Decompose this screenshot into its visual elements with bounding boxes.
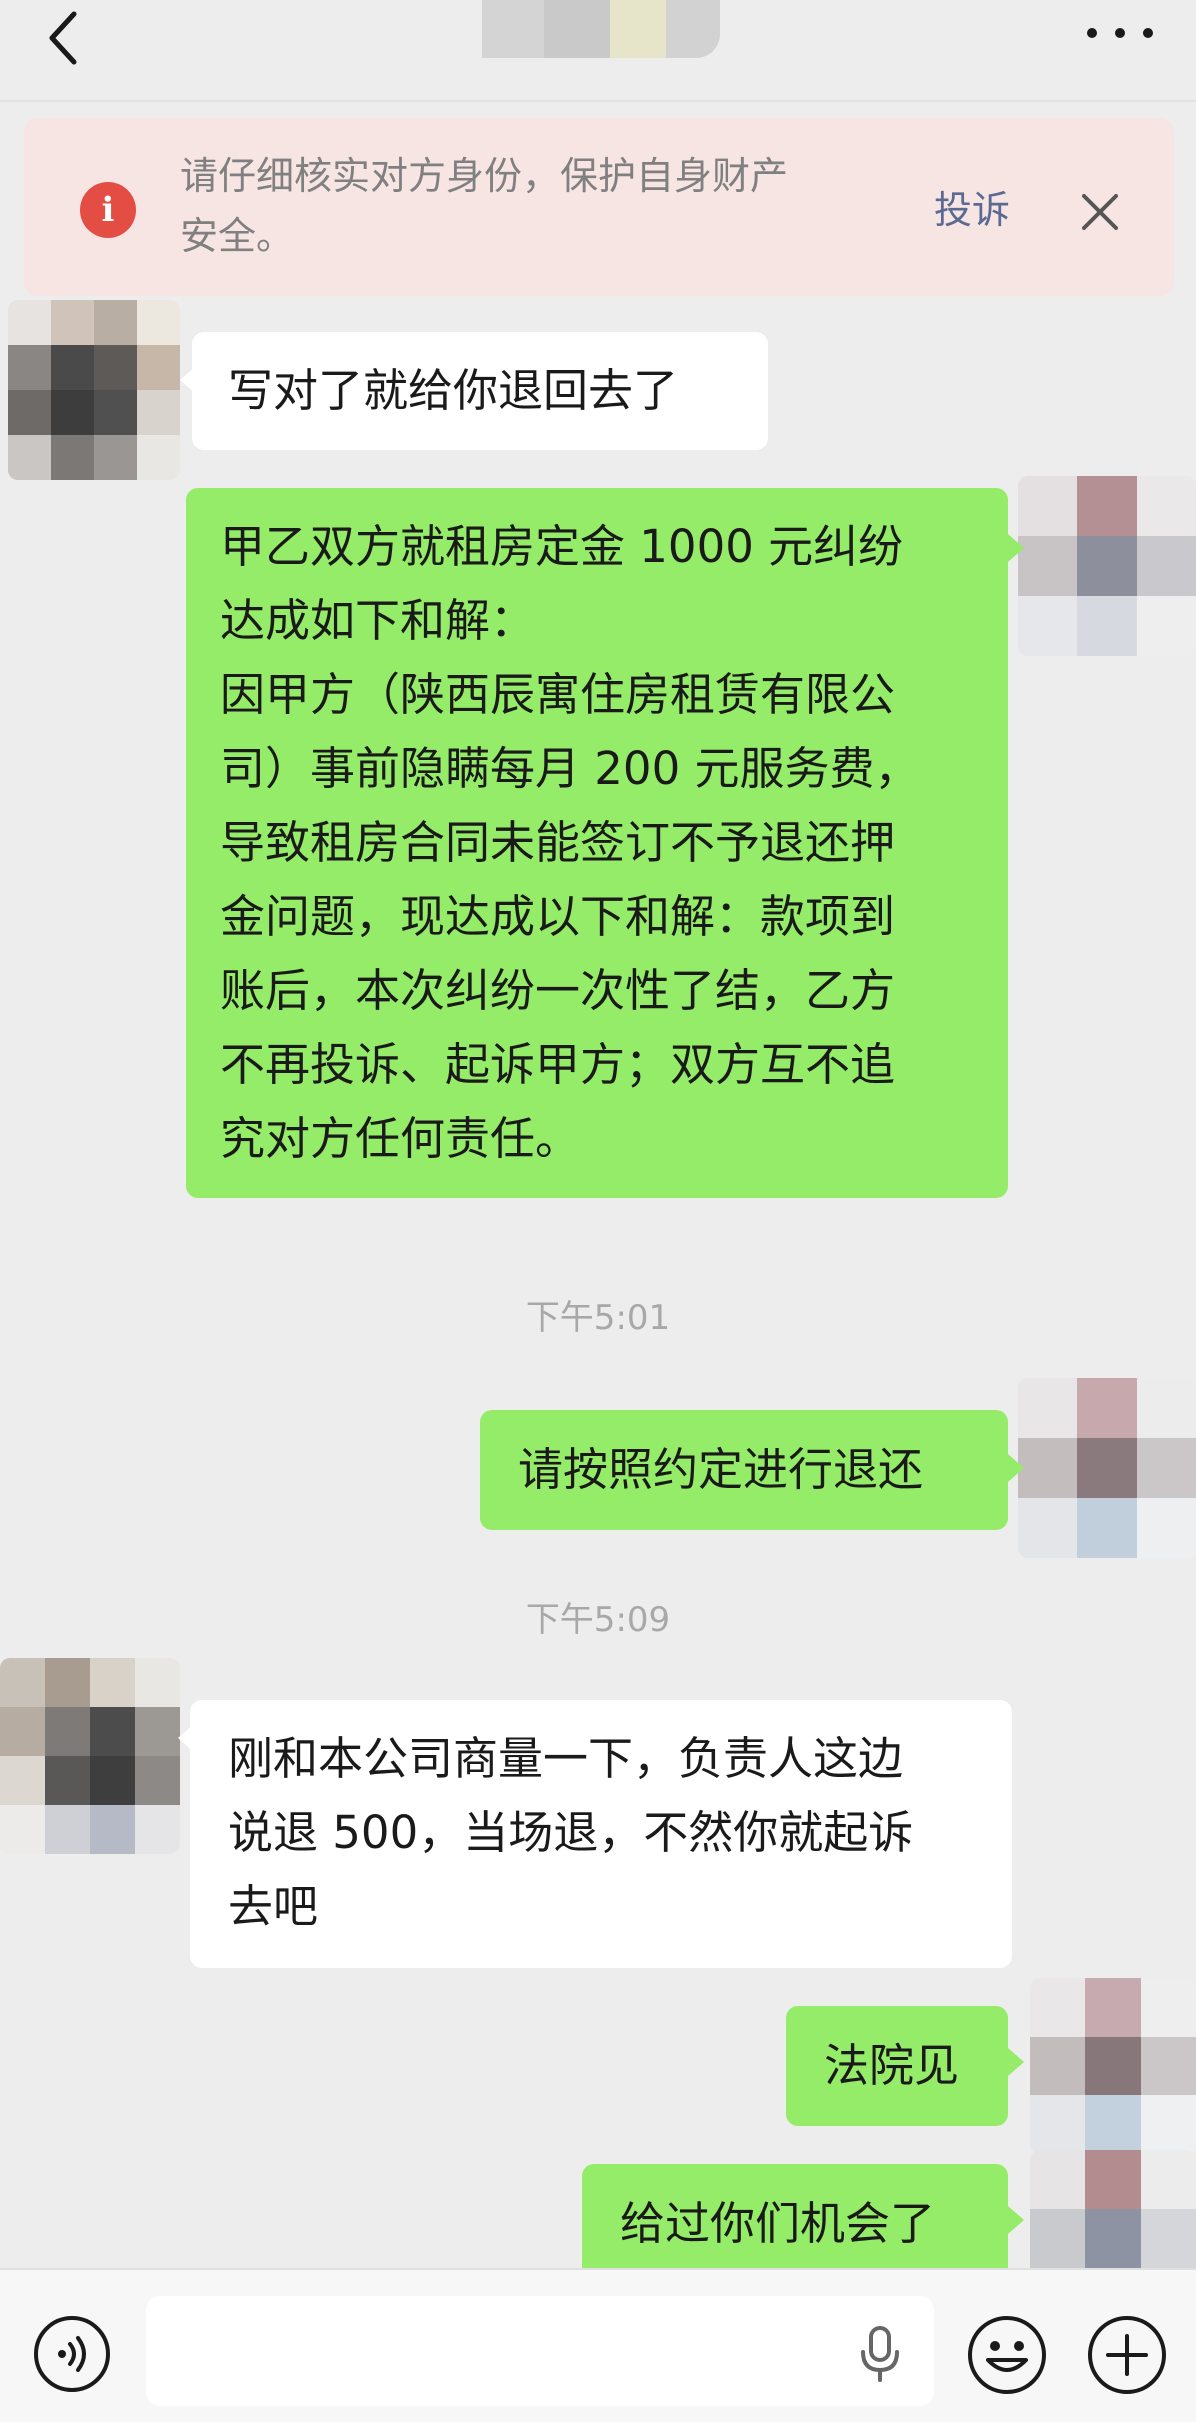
avatar[interactable] bbox=[1018, 476, 1196, 656]
message-text-line: 账后，本次纠纷一次性了结，乙方 bbox=[220, 964, 896, 1017]
message-text: 给过你们机会了 bbox=[620, 2197, 936, 2250]
message-bubble-received[interactable]: 写对了就给你退回去了 bbox=[192, 332, 768, 450]
contact-name-blurred bbox=[482, 0, 720, 58]
message-text-line: 导致租房合同未能签订不予退还押 bbox=[220, 816, 896, 869]
timestamp: 下午5:09 bbox=[525, 1600, 671, 1640]
message-text-line: 不再投诉、起诉甲方；双方互不追 bbox=[220, 1038, 896, 1091]
message-text: 写对了就给你退回去了 bbox=[228, 364, 679, 417]
message-text-line: 甲乙双方就租房定金 1000 元纠纷 bbox=[220, 520, 904, 573]
message-bubble-received[interactable]: 刚和本公司商量一下，负责人这边 说退 500，当场退，不然你就起诉 去吧 bbox=[190, 1700, 1012, 1968]
bubble-tail bbox=[1008, 534, 1024, 562]
message-text-line: 达成如下和解： bbox=[220, 594, 536, 647]
plus-icon[interactable] bbox=[1086, 2314, 1168, 2396]
bubble-tail bbox=[1008, 1454, 1024, 1482]
voice-icon[interactable] bbox=[32, 2314, 112, 2394]
bubble-tail bbox=[1008, 2206, 1024, 2234]
message-text-line: 因甲方（陕西辰寓住房租赁有限公 bbox=[220, 668, 896, 721]
warning-text: 请仔细核实对方身份，保护自身财产 安全。 bbox=[180, 146, 900, 266]
avatar[interactable] bbox=[8, 300, 180, 480]
ellipsis-icon[interactable] bbox=[1080, 18, 1160, 48]
avatar[interactable] bbox=[1018, 1378, 1196, 1558]
message-bubble-sent[interactable]: 给过你们机会了 bbox=[582, 2164, 1008, 2268]
message-text-line: 刚和本公司商量一下，负责人这边 bbox=[228, 1732, 904, 1785]
emoji-icon[interactable] bbox=[966, 2314, 1048, 2396]
message-text-line: 去吧 bbox=[228, 1880, 319, 1933]
header-divider bbox=[0, 100, 1196, 102]
message-text: 法院见 bbox=[824, 2039, 960, 2092]
message-input[interactable] bbox=[146, 2296, 934, 2406]
message-bubble-sent[interactable]: 法院见 bbox=[786, 2006, 1008, 2126]
message-text-line: 究对方任何责任。 bbox=[220, 1112, 581, 1165]
avatar[interactable] bbox=[1030, 2150, 1196, 2268]
timestamp: 下午5:01 bbox=[525, 1298, 671, 1338]
close-icon[interactable] bbox=[1078, 190, 1122, 234]
message-text-line: 说退 500，当场退，不然你就起诉 bbox=[228, 1806, 914, 1859]
message-text-line: 司）事前隐瞒每月 200 元服务费， bbox=[220, 742, 920, 795]
complain-link[interactable]: 投诉 bbox=[934, 182, 1010, 238]
avatar[interactable] bbox=[0, 1658, 180, 1854]
chevron-left-icon[interactable] bbox=[40, 8, 90, 68]
warning-text-line: 安全。 bbox=[180, 214, 295, 258]
avatar[interactable] bbox=[1030, 1978, 1196, 2154]
info-icon: i bbox=[80, 182, 136, 238]
message-bubble-sent[interactable]: 甲乙双方就租房定金 1000 元纠纷 达成如下和解： 因甲方（陕西辰寓住房租赁有… bbox=[186, 488, 1008, 1198]
message-bubble-sent[interactable]: 请按照约定进行退还 bbox=[480, 1410, 1008, 1530]
warning-text-line: 请仔细核实对方身份，保护自身财产 bbox=[180, 154, 789, 198]
bubble-tail bbox=[1008, 2048, 1024, 2076]
message-text: 请按照约定进行退还 bbox=[518, 1443, 924, 1496]
message-text-line: 金问题，现达成以下和解：款项到 bbox=[220, 890, 896, 943]
microphone-icon[interactable] bbox=[856, 2324, 904, 2384]
